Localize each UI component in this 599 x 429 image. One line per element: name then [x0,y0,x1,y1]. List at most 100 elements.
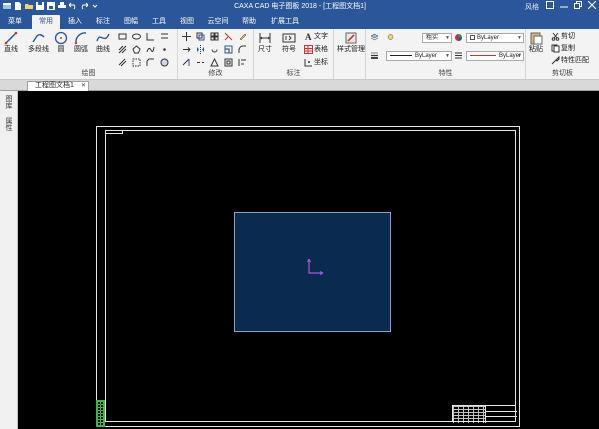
point-icon[interactable] [160,45,169,54]
ribbon-toggle-icon[interactable] [545,0,555,13]
polygon-icon[interactable] [132,45,141,54]
trim-icon[interactable] [224,32,233,41]
paste-label: 粘贴 [529,46,543,53]
align-icon[interactable] [238,58,247,67]
tab-help[interactable]: 帮助 [236,15,262,29]
text-label[interactable]: 文字 [314,32,328,41]
side-tab-library[interactable]: 图库 [4,95,13,109]
centerline-icon[interactable] [146,32,155,41]
chamfer-icon[interactable] [146,58,155,67]
tab-tools[interactable]: 工具 [146,15,172,29]
arc-button[interactable]: 圆弧 [74,31,88,54]
color-swatch [470,34,475,40]
quick-access-toolbar [2,1,99,11]
undo-icon[interactable] [68,1,77,11]
table-label[interactable]: 表格 [314,45,328,54]
tab-sheet[interactable]: 图幅 [118,15,144,29]
offset-icon[interactable] [224,58,233,67]
title-block [452,405,517,423]
spline-icon[interactable] [146,45,155,54]
tab-insert[interactable]: 插入 [62,15,88,29]
layer-dropdown[interactable]: 粗实 ▼ [422,33,452,43]
tab-extensions[interactable]: 扩展工具 [266,15,304,29]
move-icon[interactable] [182,32,191,41]
ribbon: 直线 多段线 圆 圆弧 曲线 绘图 修改 尺寸 符号 A 文字 表格 坐标 标注… [0,29,599,80]
restore-icon[interactable] [573,0,583,13]
circle-label: 圆 [57,46,65,53]
symbol-button[interactable]: 符号 [282,31,296,54]
window-controls: 风格 [525,0,597,13]
save-as-icon[interactable] [46,1,55,11]
dimension-button[interactable]: 尺寸 [258,31,272,54]
tab-menu[interactable]: 菜单 [2,15,28,29]
lineweight-dropdown[interactable]: ByLayer ▼ [466,51,524,61]
redo-icon[interactable] [79,1,88,11]
ellipse-icon[interactable] [132,32,141,41]
document-tab[interactable]: 工程图文档1 ✕ [27,81,89,91]
linescale-icon[interactable] [454,51,463,60]
copy-icon[interactable] [551,44,560,53]
draw-group-label: 绘图 [81,70,96,77]
text-icon[interactable]: A [304,32,313,41]
block-icon[interactable] [132,58,141,67]
coordinate-label[interactable]: 坐标 [314,58,328,67]
circle-button[interactable]: 圆 [54,31,68,54]
color-dropdown[interactable]: ByLayer ▼ [466,33,524,43]
curve-button[interactable]: 曲线 [96,31,110,54]
title-bar: CAXA CAD 电子图板 2018 - [工程图文档1] 风格 [0,0,599,13]
region-icon[interactable] [160,58,169,67]
close-icon[interactable] [587,0,597,13]
parallel-line-icon[interactable] [118,58,127,67]
linetype-dropdown[interactable]: ByLayer ▼ [386,51,452,61]
drawing-canvas[interactable] [18,91,599,429]
app-menu-icon[interactable] [2,1,11,11]
cut-icon[interactable] [551,32,560,41]
color-wheel-icon[interactable] [454,33,463,42]
minimize-icon[interactable] [559,0,569,13]
close-tab-icon[interactable]: ✕ [81,82,86,90]
layer-manager-icon[interactable] [370,33,379,42]
tab-annotate[interactable]: 标注 [90,15,116,29]
style-manager-button[interactable]: 样式管理 [337,31,365,54]
curve-label: 曲线 [96,46,110,53]
print-icon[interactable] [57,1,66,11]
save-icon[interactable] [35,1,44,11]
break-icon[interactable] [196,58,205,67]
customize-qat-icon[interactable] [90,1,99,11]
rectangle-icon[interactable] [118,32,127,41]
title-block-line [486,411,517,412]
match-properties-label[interactable]: 特性匹配 [561,56,589,65]
cut-label[interactable]: 剪切 [561,32,575,41]
array-icon[interactable] [210,32,219,41]
hatch-icon[interactable] [118,45,127,54]
tab-view[interactable]: 视图 [174,15,200,29]
tab-cloud[interactable]: 云空间 [202,15,234,29]
linetype-preview [390,54,412,56]
copy-label[interactable]: 复制 [561,44,575,53]
tab-home[interactable]: 常用 [32,15,60,29]
erase-icon[interactable] [238,32,247,41]
extend-icon[interactable] [182,58,191,67]
rotate-icon[interactable] [210,45,219,54]
polyline-button[interactable]: 多段线 [28,31,49,54]
line-button[interactable]: 直线 [4,31,18,54]
style-label[interactable]: 风格 [525,2,539,12]
side-tab-properties[interactable]: 属性 [4,117,13,131]
mirror-icon[interactable] [196,45,205,54]
match-properties-icon[interactable] [551,56,560,65]
explode-icon[interactable] [210,58,219,67]
stretch-icon[interactable] [182,45,191,54]
table-icon[interactable] [304,45,313,54]
new-file-icon[interactable] [13,1,22,11]
fillet-icon[interactable] [238,45,247,54]
layer-state-icons[interactable] [386,33,395,42]
coordinate-icon[interactable] [304,58,313,67]
open-folder-icon[interactable] [24,1,33,11]
ucs-icon [307,258,324,275]
copy-entity-icon[interactable] [196,32,205,41]
scale-icon[interactable] [224,45,233,54]
offset-line-icon[interactable] [160,32,169,41]
document-tab-label: 工程图文档1 [35,82,74,89]
lineweight-icon[interactable] [370,51,379,60]
paste-button[interactable]: 粘贴 [529,31,543,54]
